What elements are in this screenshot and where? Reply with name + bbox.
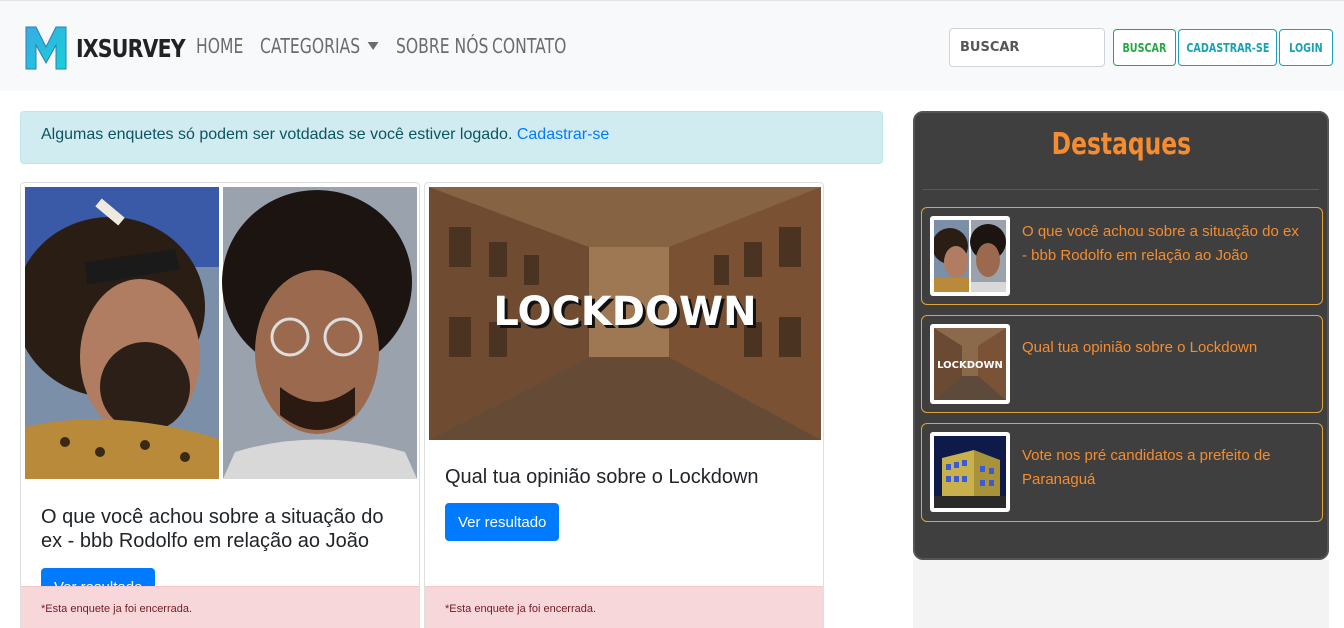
chevron-down-icon: [367, 41, 379, 50]
brand-name: IXSURVEY: [76, 33, 186, 63]
signup-button-label: CADASTRAR-SE: [1186, 40, 1270, 55]
nav-home[interactable]: HOME: [196, 34, 243, 58]
poll-title: O que você achou sobre a situação do ex …: [41, 506, 384, 552]
search-button[interactable]: BUSCAR: [1113, 29, 1176, 66]
alert-text: Algumas enquetes só podem ser votdadas s…: [41, 126, 513, 143]
featured-item-text: Qual tua opinião sobre o Lockdown: [1022, 339, 1258, 356]
search-input[interactable]: [949, 28, 1105, 67]
nav-categorias[interactable]: CATEGORIAS: [260, 34, 379, 58]
nav-links: HOME CATEGORIAS SOBRE NÓS CONTATO: [196, 34, 605, 58]
featured-thumbnail: LOCKDOWN: [930, 324, 1010, 404]
view-results-button[interactable]: Ver resultado: [445, 503, 560, 541]
nav-categorias-label: CATEGORIAS: [260, 34, 361, 58]
navbar: IXSURVEY HOME CATEGORIAS SOBRE NÓS CONTA…: [0, 0, 1344, 91]
featured-item-text: O que você achou sobre a situação do ex …: [1022, 223, 1299, 264]
poll-title: Qual tua opinião sobre o Lockdown: [445, 466, 759, 488]
poll-image[interactable]: LOCKDOWN LOCKDOWN: [429, 187, 821, 440]
lockdown-image-text: LOCKDOWN: [493, 289, 756, 335]
thumb-lockdown-text: LOCKDOWN: [937, 360, 1003, 371]
poll-card: LOCKDOWN LOCKDOWN Qual tua opinião sobre…: [424, 182, 824, 628]
login-button[interactable]: LOGIN: [1279, 29, 1333, 66]
alert-signup-link[interactable]: Cadastrar-se: [517, 126, 609, 143]
poll-closed-note: *Esta enquete ja foi encerrada.: [21, 586, 419, 628]
brand-logo[interactable]: IXSURVEY: [24, 25, 209, 71]
signup-button[interactable]: CADASTRAR-SE: [1178, 29, 1277, 66]
featured-thumbnail: [930, 432, 1010, 512]
sidebar-divider: [923, 189, 1319, 190]
nav-sobre-nos[interactable]: SOBRE NÓS: [396, 34, 488, 58]
login-button-label: LOGIN: [1289, 40, 1323, 55]
poll-closed-note: *Esta enquete ja foi encerrada.: [425, 586, 823, 628]
sidebar-title: Destaques: [915, 127, 1327, 162]
featured-item[interactable]: O que você achou sobre a situação do ex …: [921, 207, 1323, 305]
poll-image[interactable]: [21, 187, 417, 479]
logo-m-icon: [24, 25, 68, 71]
sidebar-title-text: Destaques: [1051, 127, 1191, 162]
featured-item[interactable]: LOCKDOWN Qual tua opinião sobre o Lockdo…: [921, 315, 1323, 413]
poll-card: O que você achou sobre a situação do ex …: [20, 182, 420, 628]
featured-item[interactable]: Vote nos pré candidatos a prefeito de Pa…: [921, 423, 1323, 522]
search-button-label: BUSCAR: [1122, 40, 1167, 55]
featured-thumbnail: [930, 216, 1010, 296]
sidebar-footer-area: [913, 560, 1329, 628]
login-alert: Algumas enquetes só podem ser votdadas s…: [20, 111, 883, 164]
featured-sidebar: Destaques O que você achou sobre a situa…: [913, 111, 1329, 560]
featured-item-text: Vote nos pré candidatos a prefeito de Pa…: [1022, 447, 1271, 488]
nav-contato[interactable]: CONTATO: [492, 34, 566, 58]
